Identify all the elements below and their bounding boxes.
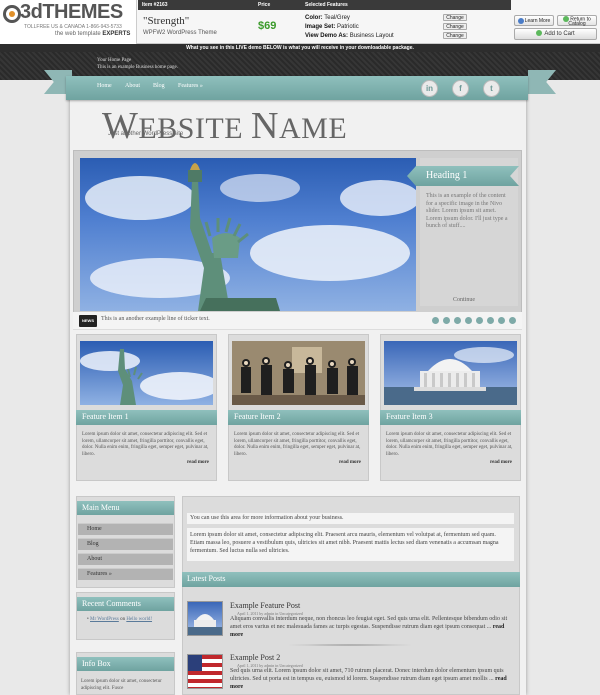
latest-posts-title: Latest Posts (187, 574, 226, 583)
post-excerpt-2: Sed quis urna elit. Lorem ipsum dolor si… (230, 668, 507, 690)
sidebar-menu-blog-label: Blog (87, 541, 99, 547)
intro-text: Lorem ipsum dolor sit amet, consectetur … (190, 532, 499, 554)
logo-tagline: the web template EXPERTS (55, 31, 131, 37)
slider-dot-5[interactable] (476, 317, 483, 324)
slide-image-statue-of-liberty[interactable] (80, 158, 416, 311)
post-thumbnail-2[interactable] (187, 654, 223, 689)
nav-ribbon-right (528, 70, 556, 94)
theme-subtitle: WPFW2 WordPress Theme (143, 30, 217, 36)
post-separator (285, 644, 415, 646)
comment-author-link[interactable]: Mr WordPress (90, 617, 119, 622)
add-to-cart-button[interactable]: Add to Cart (514, 28, 597, 40)
post-title-2[interactable]: Example Post 2 (230, 653, 280, 662)
site-title[interactable]: WEBSITE NAME (102, 104, 347, 148)
slider-dot-3[interactable] (454, 317, 461, 324)
feature-read-more-1[interactable]: read more (187, 460, 209, 465)
cart-icon (536, 30, 543, 37)
nav-blog[interactable]: Blog (153, 83, 165, 89)
info-box-title: Info Box (82, 659, 111, 668)
sidebar-menu-features-label: Features » (87, 571, 112, 577)
twitter-icon[interactable]: t (483, 80, 500, 97)
feature-read-more-2[interactable]: read more (339, 460, 361, 465)
store-logo[interactable]: 3dTHEMES TOLLFREE US & CANADA 1-866-943-… (0, 0, 137, 44)
slide-continue-link[interactable]: Continue (453, 297, 475, 303)
feature-image-2[interactable] (232, 341, 365, 405)
linkedin-icon[interactable]: in (421, 80, 438, 97)
info-box-text: Lorem ipsum dolor sit amet, consectetur … (81, 679, 162, 691)
recent-comments-title: Recent Comments (82, 599, 141, 608)
change-image-set-button[interactable]: Change (443, 23, 467, 30)
main-content (182, 496, 520, 695)
feature-title-3[interactable]: Feature Item 3 (386, 412, 433, 421)
price-header: Price (258, 2, 271, 8)
latest-posts-header (182, 572, 520, 587)
ticker-text[interactable]: This is an another example line of ticke… (101, 316, 210, 322)
slider-dot-2[interactable] (443, 317, 450, 324)
item-number: Item #2163 (142, 2, 168, 8)
home-page-title: Your Home Page (97, 58, 132, 63)
feature-image-set: Image Set: Patriotic (305, 24, 359, 30)
nav-about[interactable]: About (125, 83, 140, 89)
logo-brand: 3dTHEMES (20, 1, 123, 23)
post-thumbnail-1[interactable] (187, 601, 223, 636)
return-to-catalog-button[interactable]: Return to Catalog (557, 15, 597, 27)
feature-view-demo: View Demo As: Business Layout (305, 33, 394, 39)
feature-color: Color: Teal/Grey (305, 15, 350, 21)
recent-comment-item: • Mr WordPress on Hello world! (87, 617, 153, 622)
feature-title-1[interactable]: Feature Item 1 (82, 412, 129, 421)
learn-more-button[interactable]: Learn More (514, 15, 554, 26)
business-info-text: You can use this area for more informati… (190, 515, 344, 521)
slide-heading: Heading 1 (426, 170, 468, 181)
slider-dot-1[interactable] (432, 317, 439, 324)
feature-image-1[interactable] (80, 341, 213, 405)
info-icon (517, 17, 524, 24)
home-page-description: This is an example Business home page. (97, 65, 178, 70)
logo-mark-icon (3, 5, 21, 23)
slider-dot-4[interactable] (465, 317, 472, 324)
post-excerpt-1: Aliquam convallis interdum neque, non rh… (230, 616, 508, 638)
nav-home[interactable]: Home (97, 83, 112, 89)
comment-post-link[interactable]: Hello world! (126, 617, 152, 622)
demo-notice-bar: What you see in this LIVE demo BELOW is … (0, 44, 600, 52)
news-badge-icon: NEWS (79, 315, 97, 327)
sidebar-menu-home-label: Home (87, 526, 102, 532)
feature-text-2: Lorem ipsum dolor sit amet, consectetur … (234, 432, 361, 457)
main-menu-title: Main Menu (82, 503, 120, 512)
site-tagline: Just another WordPress site (108, 131, 184, 137)
logo-phone: TOLLFREE US & CANADA 1-866-943-5733 (24, 24, 122, 30)
nav-features[interactable]: Features » (178, 83, 203, 89)
sidebar-menu-about-label: About (87, 556, 102, 562)
price-value: $69 (258, 20, 277, 32)
features-header: Selected Features (305, 2, 348, 8)
slide-caption-text: This is an example of the content for a … (426, 193, 508, 229)
slider-dot-8[interactable] (509, 317, 516, 324)
feature-text-3: Lorem ipsum dolor sit amet, consectetur … (386, 432, 513, 457)
facebook-icon[interactable]: f (452, 80, 469, 97)
change-color-button[interactable]: Change (443, 14, 467, 21)
slider-dot-6[interactable] (487, 317, 494, 324)
feature-title-2[interactable]: Feature Item 2 (234, 412, 281, 421)
post-title-1[interactable]: Example Feature Post (230, 601, 300, 610)
feature-read-more-3[interactable]: read more (490, 460, 512, 465)
theme-name: "Strength" (143, 15, 190, 27)
feature-image-3[interactable] (384, 341, 517, 405)
slider-dot-7[interactable] (498, 317, 505, 324)
change-view-demo-button[interactable]: Change (443, 32, 467, 39)
feature-text-1: Lorem ipsum dolor sit amet, consectetur … (82, 432, 209, 457)
